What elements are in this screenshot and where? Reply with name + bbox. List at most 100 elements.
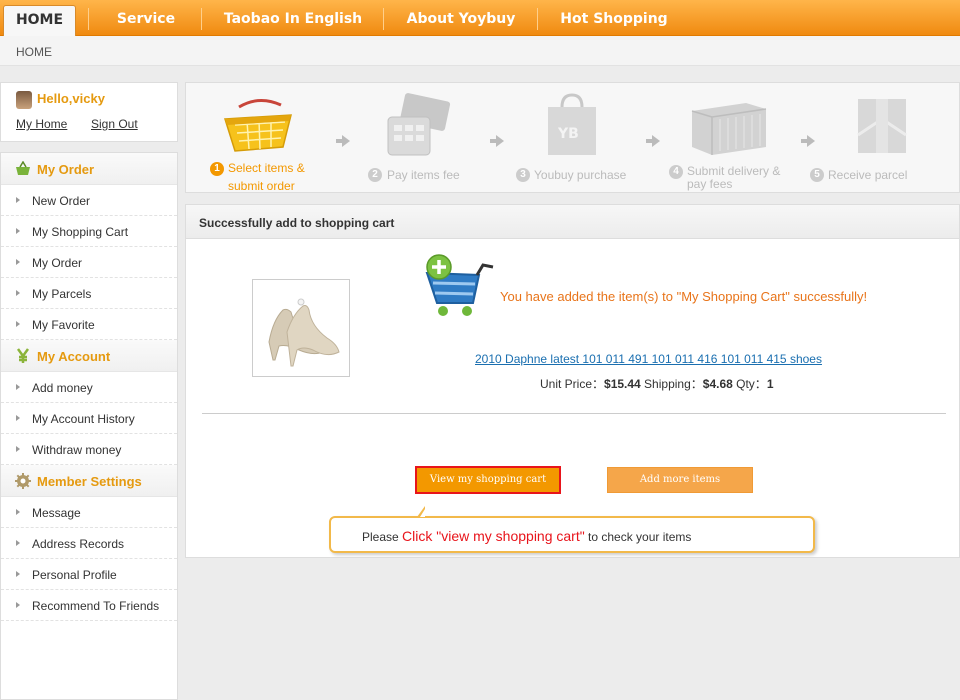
chevron-right-icon <box>16 446 20 452</box>
user-box: Hello,vicky My Home Sign Out <box>0 82 178 142</box>
sidebar-item-label: Personal Profile <box>32 568 117 582</box>
sidebar-item-recommend-to-friends[interactable]: Recommend To Friends <box>1 590 177 621</box>
sidebar-item-new-order[interactable]: New Order <box>1 185 177 216</box>
tooltip-text: Please Click "view my shopping cart" to … <box>362 528 691 544</box>
shipping-container-icon <box>691 103 767 155</box>
sidebar-item-my-account-history[interactable]: My Account History <box>1 403 177 434</box>
step-number: 5 <box>810 168 824 182</box>
shipping-value: $4.68 <box>702 377 733 391</box>
user-greeting: Hello,vicky <box>37 91 105 106</box>
tip-suffix: to check your items <box>584 530 692 544</box>
step-label-line2: pay fees <box>687 177 733 191</box>
sidebar-item-add-money[interactable]: Add money <box>1 372 177 403</box>
sidebar-item-label: Withdraw money <box>32 443 122 457</box>
sidebar-item-label: My Parcels <box>32 287 92 301</box>
sidebar-item-label: My Shopping Cart <box>32 225 129 239</box>
top-nav: HOME Service Taobao In English About Yoy… <box>0 0 960 36</box>
section-title: My Account <box>37 349 111 364</box>
chevron-right-icon <box>16 602 20 608</box>
tab-about-yoybuy[interactable]: About Yoybuy <box>394 0 528 36</box>
arrow-right-icon <box>801 135 815 147</box>
sidebar-section-my-order: My Order <box>1 153 177 185</box>
chevron-right-icon <box>16 259 20 265</box>
view-cart-button[interactable]: View my shopping cart <box>415 466 561 494</box>
basket-icon <box>16 161 30 175</box>
sidebar-item-label: My Order <box>32 256 83 270</box>
unit-price-label: Unit Price： <box>540 377 605 391</box>
sidebar-item-withdraw-money[interactable]: Withdraw money <box>1 434 177 465</box>
arrow-right-icon <box>336 135 350 147</box>
step-label: Receive parcel <box>828 168 908 182</box>
tab-home[interactable]: HOME <box>3 5 76 36</box>
arrow-right-icon <box>646 135 660 147</box>
svg-text:YB: YB <box>557 126 579 142</box>
sidebar-item-personal-profile[interactable]: Personal Profile <box>1 559 177 590</box>
sidebar-item-label: My Account History <box>32 412 135 426</box>
sidebar-item-label: My Favorite <box>32 318 95 332</box>
step-number: 2 <box>368 168 382 182</box>
my-home-link[interactable]: My Home <box>16 117 67 131</box>
sidebar-item-address-records[interactable]: Address Records <box>1 528 177 559</box>
arrow-right-icon <box>490 135 504 147</box>
step-number: 3 <box>516 168 530 182</box>
sidebar-item-label: Message <box>32 506 81 520</box>
parcel-box-icon <box>857 99 907 153</box>
sidebar-item-label: Add money <box>32 381 93 395</box>
shoe-image <box>268 298 340 367</box>
sidebar-item-my-parcels[interactable]: My Parcels <box>1 278 177 309</box>
nav-divider <box>383 8 384 30</box>
chevron-right-icon <box>16 384 20 390</box>
panel-title: Successfully add to shopping cart <box>199 216 395 230</box>
sidebar-item-my-shopping-cart[interactable]: My Shopping Cart <box>1 216 177 247</box>
sidebar-item-label: Recommend To Friends <box>32 599 160 613</box>
nav-divider <box>537 8 538 30</box>
nav-divider <box>88 8 89 30</box>
nav-divider <box>201 8 202 30</box>
sidebar-item-label: New Order <box>32 194 91 208</box>
hint-tooltip: Please Click "view my shopping cart" to … <box>329 506 815 553</box>
shopping-basket-icon <box>223 99 292 152</box>
sidebar: My Order New Order My Shopping Cart My O… <box>0 152 178 700</box>
step-label: Pay items fee <box>387 168 460 182</box>
tip-prefix: Please <box>362 530 403 544</box>
divider <box>202 413 946 414</box>
cart-add-icon <box>425 254 494 316</box>
sidebar-item-message[interactable]: Message <box>1 497 177 528</box>
sidebar-item-my-favorite[interactable]: My Favorite <box>1 309 177 340</box>
shipping-label: Shipping： <box>640 377 703 391</box>
chevron-right-icon <box>16 415 20 421</box>
chevron-right-icon <box>16 321 20 327</box>
breadcrumb-home[interactable]: HOME <box>16 45 52 59</box>
chevron-right-icon <box>16 509 20 515</box>
chevron-right-icon <box>16 228 20 234</box>
sidebar-section-member-settings: Member Settings <box>1 465 177 497</box>
step-number: 1 <box>210 162 224 176</box>
sidebar-item-label: Address Records <box>32 537 125 551</box>
tab-hot-shopping[interactable]: Hot Shopping <box>548 0 680 36</box>
step-number: 4 <box>669 165 683 179</box>
product-image[interactable] <box>252 279 350 377</box>
success-message: You have added the item(s) to "My Shoppi… <box>500 289 868 304</box>
chevron-right-icon <box>16 197 20 203</box>
unit-price-value: $15.44 <box>604 377 641 391</box>
section-title: My Order <box>37 162 95 177</box>
yen-icon <box>16 348 30 363</box>
tab-taobao-in-english[interactable]: Taobao In English <box>212 0 374 36</box>
breadcrumb: HOME <box>0 36 960 66</box>
price-summary: Unit Price：$15.44 Shipping：$4.68 Qty：1 <box>540 375 774 392</box>
gear-icon <box>15 473 31 489</box>
panel-header: Successfully add to shopping cart <box>186 205 959 239</box>
qty-value: 1 <box>766 377 774 391</box>
tooltip-pointer <box>417 506 425 517</box>
shopping-bag-icon: YB <box>548 93 596 155</box>
step-label: Select items & <box>228 161 305 175</box>
cart-success-panel: Successfully add to shopping cart You ha… <box>185 204 960 558</box>
qty-label: Qty： <box>732 377 767 391</box>
sidebar-section-my-account: My Account <box>1 340 177 372</box>
product-link[interactable]: 2010 Daphne latest 101 011 491 101 011 4… <box>475 352 822 366</box>
sign-out-link[interactable]: Sign Out <box>91 117 138 131</box>
avatar <box>16 91 32 109</box>
sidebar-item-my-order[interactable]: My Order <box>1 247 177 278</box>
tab-service[interactable]: Service <box>100 0 192 36</box>
add-more-items-button[interactable]: Add more items <box>607 467 753 493</box>
